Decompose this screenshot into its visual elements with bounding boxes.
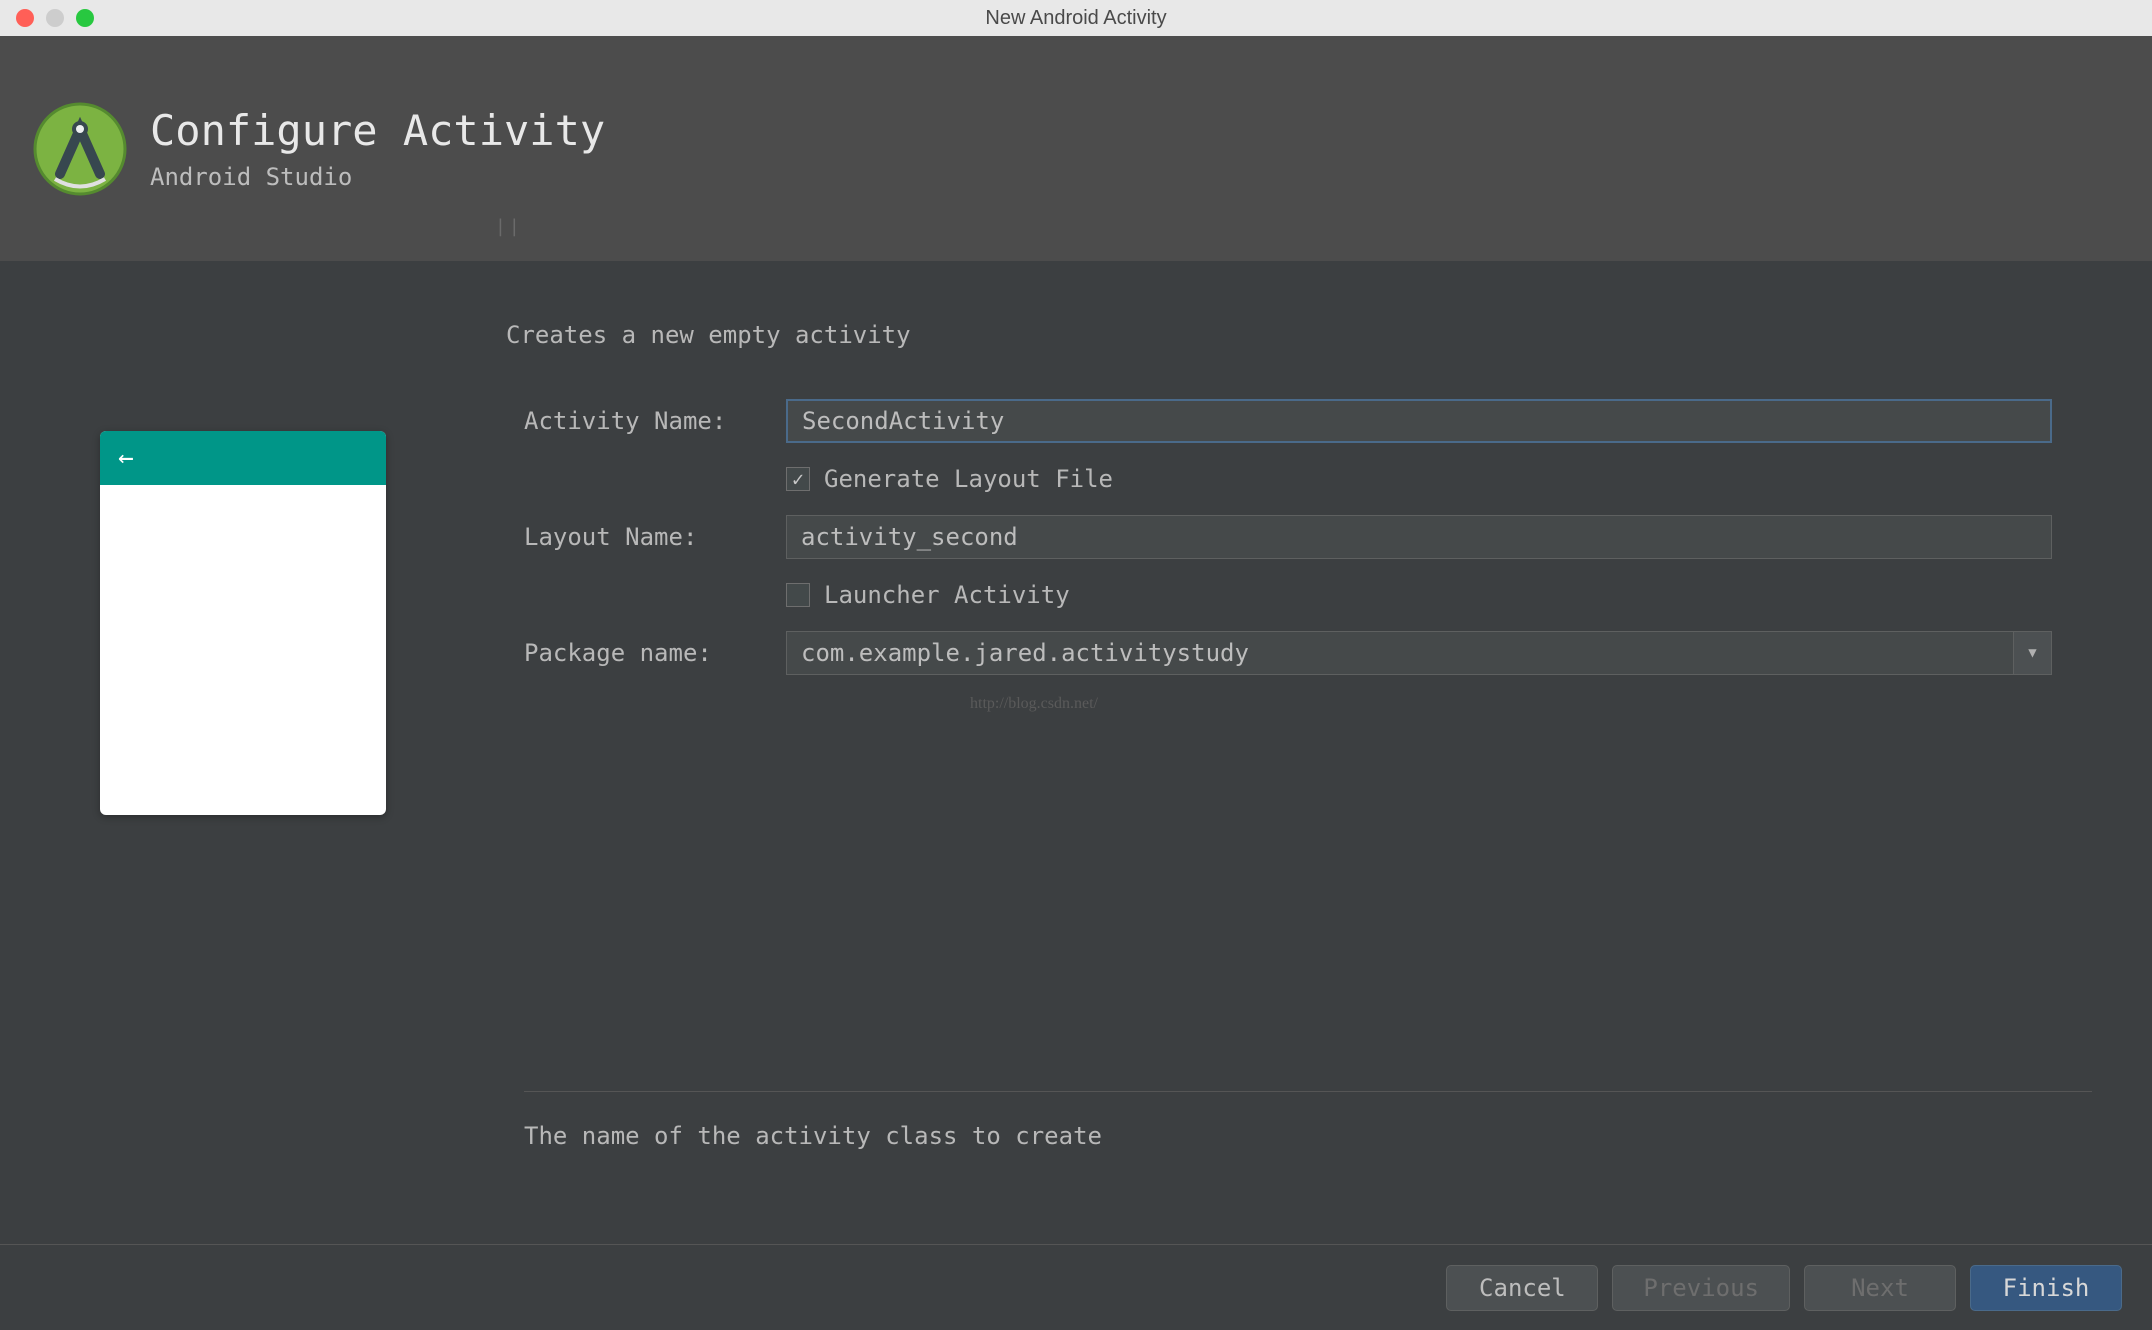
minimize-window-button	[46, 9, 64, 27]
generate-layout-checkbox[interactable]	[786, 467, 810, 491]
watermark: http://blog.csdn.net/	[970, 695, 1098, 713]
phone-preview-topbar: ←	[100, 431, 386, 485]
window-title: New Android Activity	[985, 7, 1166, 30]
package-name-select[interactable]: ▼	[786, 631, 2052, 675]
wizard-header: Configure Activity Android Studio ||	[0, 36, 2152, 261]
wizard-subtitle: Android Studio	[150, 163, 605, 191]
activity-name-label: Activity Name:	[506, 407, 786, 435]
package-name-input[interactable]	[787, 632, 2013, 674]
layout-name-label: Layout Name:	[506, 523, 786, 551]
activity-name-input[interactable]	[786, 399, 2052, 443]
cancel-button[interactable]: Cancel	[1446, 1265, 1598, 1311]
wizard-content: ← Creates a new empty activity Activity …	[0, 261, 2152, 1091]
activity-name-row: Activity Name:	[506, 399, 2052, 443]
generate-layout-row: Generate Layout File	[506, 465, 2052, 493]
layout-name-input[interactable]	[786, 515, 2052, 559]
layout-name-row: Layout Name:	[506, 515, 2052, 559]
package-name-label: Package name:	[506, 639, 786, 667]
form-description: Creates a new empty activity	[506, 321, 2052, 349]
chevron-down-icon: ▼	[2028, 645, 2036, 661]
android-studio-logo-icon	[30, 99, 130, 199]
phone-preview: ←	[100, 431, 386, 815]
close-window-button[interactable]	[16, 9, 34, 27]
maximize-window-button[interactable]	[76, 9, 94, 27]
launcher-activity-checkbox[interactable]	[786, 583, 810, 607]
back-arrow-icon: ←	[118, 443, 134, 473]
drag-handle-icon: ||	[495, 216, 523, 237]
activity-preview-pane: ←	[100, 321, 386, 1091]
package-name-row: Package name: ▼	[506, 631, 2052, 675]
help-text: The name of the activity class to create	[524, 1122, 2092, 1150]
titlebar: New Android Activity	[0, 0, 2152, 36]
next-button: Next	[1804, 1265, 1956, 1311]
package-name-dropdown-arrow[interactable]: ▼	[2013, 632, 2051, 674]
launcher-activity-row: Launcher Activity	[506, 581, 2052, 609]
finish-button[interactable]: Finish	[1970, 1265, 2122, 1311]
traffic-lights	[0, 9, 94, 27]
form-pane: Creates a new empty activity Activity Na…	[506, 321, 2112, 1091]
wizard-footer: Cancel Previous Next Finish	[0, 1244, 2152, 1330]
previous-button: Previous	[1612, 1265, 1790, 1311]
launcher-activity-label: Launcher Activity	[824, 581, 1070, 609]
help-section: The name of the activity class to create	[524, 1091, 2092, 1150]
wizard-title: Configure Activity	[150, 106, 605, 155]
generate-layout-label: Generate Layout File	[824, 465, 1113, 493]
